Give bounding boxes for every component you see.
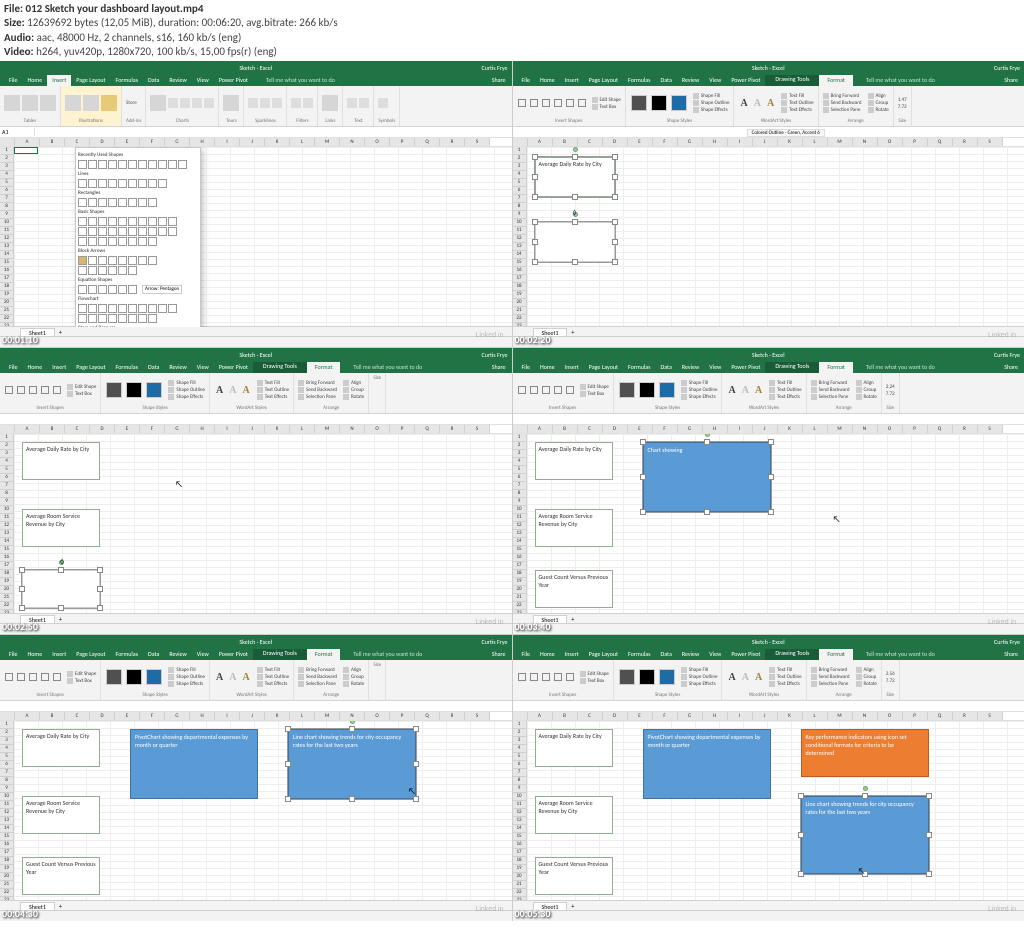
tab-pagelayout[interactable]: Page Layout xyxy=(71,75,110,86)
pictures-icon[interactable] xyxy=(65,95,81,111)
style-black[interactable] xyxy=(651,95,667,111)
outline-icon[interactable] xyxy=(693,100,699,106)
style-gray[interactable] xyxy=(631,95,647,111)
tab-formulas[interactable]: Formulas xyxy=(111,75,143,86)
tab-file[interactable]: File xyxy=(4,75,23,86)
thumb-4: Sketch - ExcelCurtis Frye FileHomeInsert… xyxy=(513,348,1024,634)
shapes-icon[interactable] xyxy=(101,95,117,111)
pivottable-icon[interactable] xyxy=(4,95,20,111)
style-tooltip: Colored Outline - Green, Accent 6 xyxy=(747,129,825,137)
style-blue[interactable] xyxy=(671,95,687,111)
ribbon-tabs[interactable]: FileHomeInsertPage LayoutFormulasDataRev… xyxy=(513,75,1024,86)
share-button[interactable]: Share xyxy=(487,75,512,86)
tab-view[interactable]: View xyxy=(192,75,214,86)
tab-insert[interactable]: Insert xyxy=(47,75,71,86)
thumb-1: Sketch - Excel Curtis Frye File Home Ins… xyxy=(0,61,512,347)
tab-home[interactable]: Home xyxy=(23,75,48,86)
thumb-6: Sketch - ExcelCurtis Frye FileHomeInsert… xyxy=(513,635,1024,921)
ribbon-tabs[interactable]: File Home Insert Page Layout Formulas Da… xyxy=(0,75,512,86)
formula-bar[interactable]: A1 xyxy=(0,127,512,138)
3dmap-icon[interactable] xyxy=(223,95,239,111)
fill-icon[interactable] xyxy=(693,93,699,99)
tab-powerpivot[interactable]: Power Pivot xyxy=(214,75,253,86)
charts-icon[interactable] xyxy=(150,95,166,111)
tab-review[interactable]: Review xyxy=(164,75,191,86)
tab-format[interactable]: Format xyxy=(819,75,853,86)
thumb-2: Sketch - ExcelCurtis Frye FileHomeInsert… xyxy=(513,61,1024,347)
ribbon-insert: Tables Illustrations StoreAdd-ins Charts… xyxy=(0,86,512,127)
hyperlink-icon[interactable] xyxy=(322,95,338,111)
file-metadata: File: 012 Sketch your dashboard layout.m… xyxy=(0,0,1024,61)
recommended-pivot-icon[interactable] xyxy=(22,95,38,111)
ribbon-format: Edit ShapeText BoxInsert Shapes Shape Fi… xyxy=(513,86,1024,127)
thumb-5: Sketch - ExcelCurtis Frye FileHomeInsert… xyxy=(0,635,512,921)
tab-data[interactable]: Data xyxy=(143,75,164,86)
thumbnail-grid: Sketch - Excel Curtis Frye File Home Ins… xyxy=(0,61,1024,921)
textbox-icon[interactable] xyxy=(592,104,598,110)
tell-me[interactable]: Tell me what you want to do xyxy=(261,75,340,86)
edit-shape-icon[interactable] xyxy=(592,97,598,103)
online-pics-icon[interactable] xyxy=(83,95,99,111)
titlebar: Sketch - Excel Curtis Frye xyxy=(0,61,512,75)
box-pivotchart[interactable]: PivotChart showing departmental expenses… xyxy=(130,729,258,799)
col-headers: ABCDEFGHIJKLMNOPQRS xyxy=(0,138,512,147)
effects-icon[interactable] xyxy=(693,107,699,113)
box-kpi[interactable]: Key performance indicators using icon se… xyxy=(801,729,929,777)
shapes-dropdown[interactable]: Recently Used Shapes Lines Rectangles Ba… xyxy=(75,147,201,327)
cursor-icon: ⬨ xyxy=(573,207,577,218)
timestamp: 00:01:10 xyxy=(2,333,38,346)
selected-cell[interactable] xyxy=(14,147,38,154)
statusbar xyxy=(0,336,512,347)
thumb-3: Sketch - ExcelCurtis Frye FileHomeInsert… xyxy=(0,348,512,634)
table-icon[interactable] xyxy=(40,95,56,111)
watermark: Linked in xyxy=(475,332,503,339)
sheet-area[interactable]: 1234567891011121314151617181920212223242… xyxy=(0,147,512,327)
